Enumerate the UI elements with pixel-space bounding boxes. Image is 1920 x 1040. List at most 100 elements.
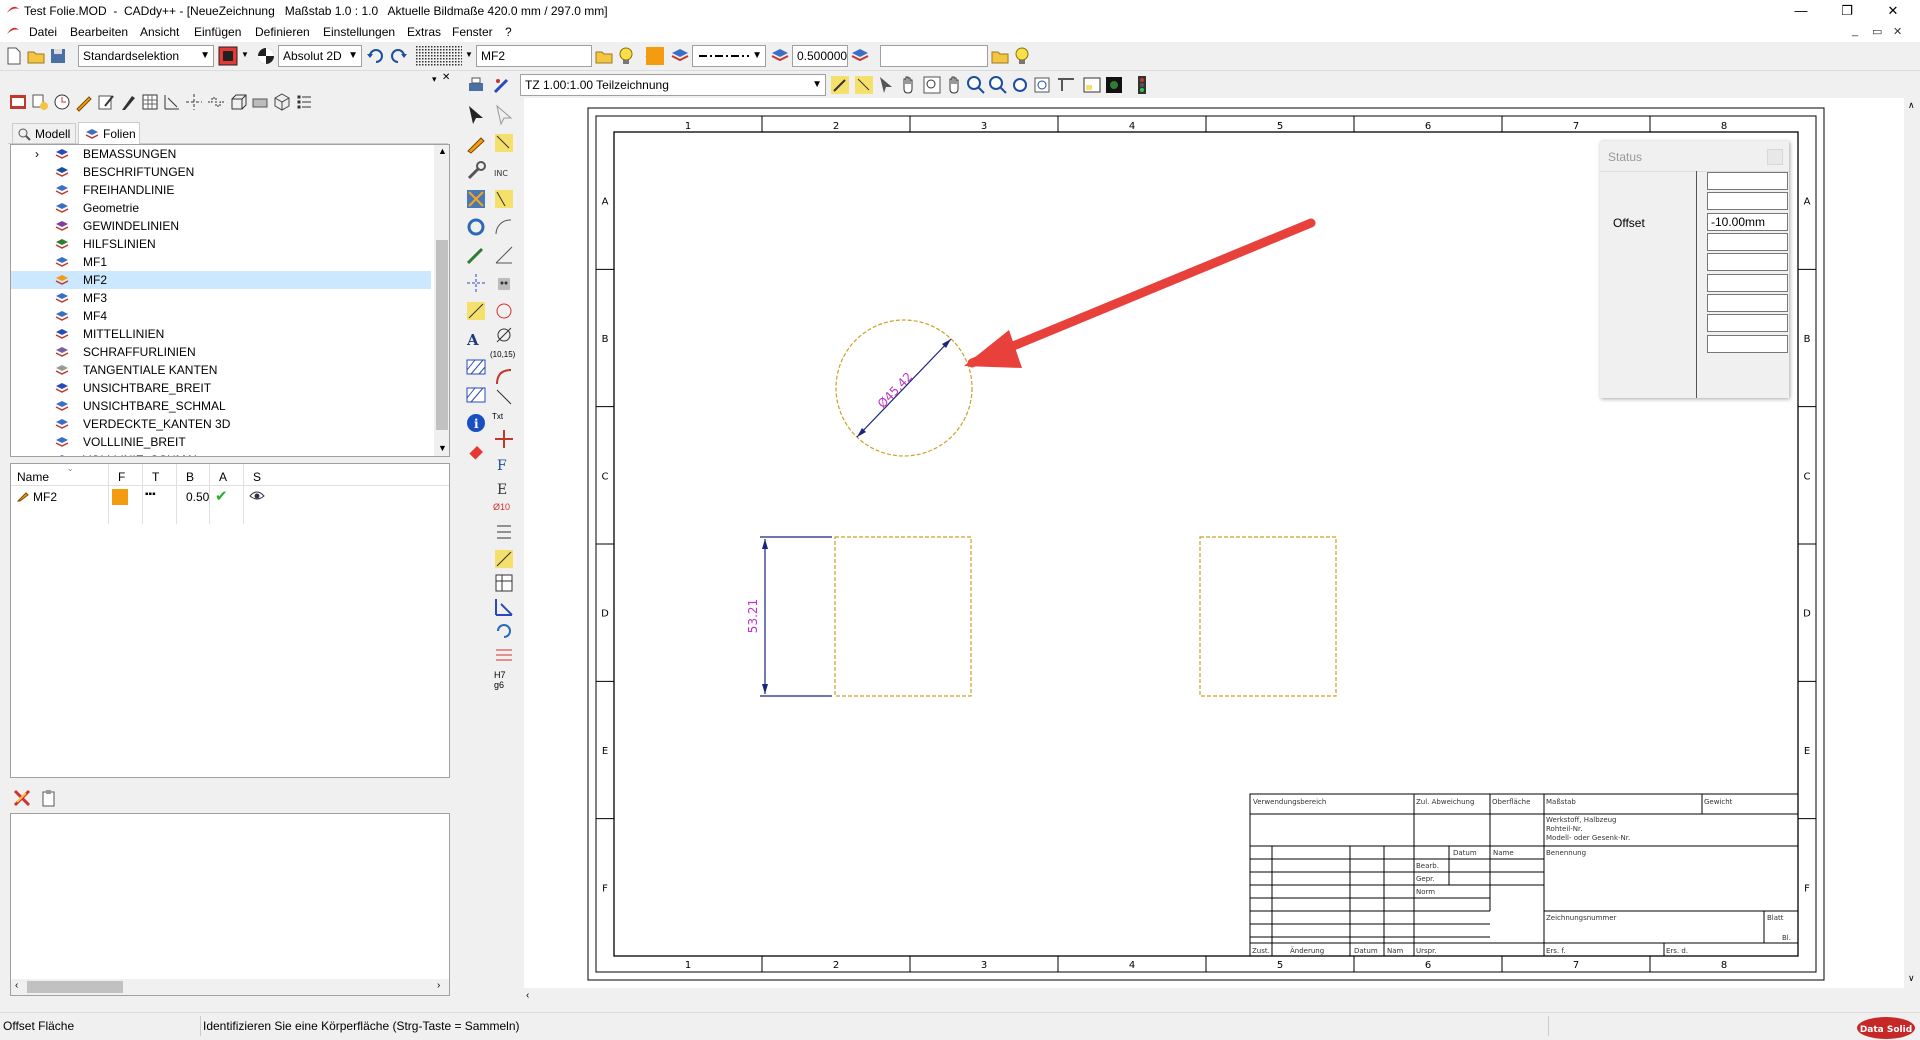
col-name[interactable]: Name [17,470,49,484]
layers-icon[interactable] [850,46,870,66]
menu-extras[interactable]: Extras [407,25,441,39]
minimize-button[interactable]: — [1778,0,1824,22]
layer-color-swatch[interactable] [646,47,664,65]
row-width[interactable]: 0.50 [186,490,209,504]
close-icon[interactable] [1767,149,1783,165]
hatch-icon[interactable] [140,92,160,112]
arc-icon[interactable] [493,216,515,238]
layer-item-schraffurlinien[interactable]: SCHRAFFURLINIEN [11,343,431,361]
col-s[interactable]: S [253,470,261,484]
zoom-out-icon[interactable] [988,75,1008,95]
snap-icon[interactable] [493,132,515,154]
menu-ansicht[interactable]: Ansicht [140,25,179,39]
horizontal-scrollbar[interactable]: ‹ › [11,979,449,995]
offset-value-input[interactable]: -10.00mm [1707,213,1788,231]
mdi-close-button[interactable]: ✕ [1893,25,1902,38]
chevron-down-icon[interactable]: ▼ [465,50,473,59]
col-b[interactable]: B [186,470,194,484]
lightbulb-icon[interactable] [616,46,636,66]
pan-icon[interactable] [898,75,918,95]
layer-item-mf4[interactable]: MF4 [11,307,431,325]
layer-item-freihandlinie[interactable]: FREIHANDLINIE [11,181,431,199]
new-layer-icon[interactable] [30,92,50,112]
diameter-tool-icon[interactable]: Ø10 [493,502,510,512]
dimension-chain-icon[interactable] [493,596,515,618]
hand-icon[interactable] [944,75,964,95]
status-cell[interactable] [1707,294,1788,312]
mdi-minimize-button[interactable]: _ [1852,25,1858,37]
row-color-swatch[interactable] [112,489,128,505]
status-cell[interactable] [1707,233,1788,251]
diameter-dimension-text[interactable]: Ø45.42 [875,370,916,411]
hatch-icon[interactable] [465,356,487,378]
rotate-icon[interactable] [493,620,515,642]
status-cell[interactable] [1707,172,1788,190]
pencil-icon[interactable] [74,92,94,112]
tab-modell[interactable]: Modell [12,123,76,143]
height-dimension-text[interactable]: 53.21 [746,599,760,633]
layer-item-mittellinien[interactable]: MITTELLINIEN [11,325,431,343]
scroll-up-icon[interactable]: ▲ [438,146,447,156]
mdi-restore-button[interactable]: ▭ [1872,25,1882,38]
cube-icon[interactable] [272,92,292,112]
print-icon[interactable] [466,75,486,95]
eraser-icon[interactable] [250,92,270,112]
scroll-left-icon[interactable]: ‹ [526,990,529,1001]
scroll-down-icon[interactable]: ▼ [438,443,447,453]
brush-icon[interactable] [118,92,138,112]
layer-item-gewindelinien[interactable]: GEWINDELINIEN [11,217,431,235]
tree-scrollbar[interactable]: ▲ ▼ [434,145,449,456]
col-f[interactable]: F [118,470,125,484]
list-tree-icon[interactable] [294,92,314,112]
selection-mode-select[interactable]: Standardselektion ▼ [78,45,214,67]
clipboard-icon[interactable] [38,788,58,808]
eraser-icon[interactable] [465,440,487,462]
tangent-icon[interactable] [493,386,515,408]
layer-manager-icon[interactable] [8,92,28,112]
zoom-previous-icon[interactable] [1032,75,1052,95]
menu-help[interactable]: ? [505,25,512,39]
layer-item-volllinie-schmal[interactable]: VOLLLINIE_SCHMAL [11,451,431,456]
scroll-left-icon[interactable]: ‹ [15,980,18,991]
chevron-down-icon[interactable]: ▼ [241,50,249,59]
menu-einstellungen[interactable]: Einstellungen [323,25,395,39]
linetype-select[interactable]: ▼ [692,45,766,67]
tab-folien[interactable]: Folien [78,122,140,144]
vertical-scrollbar[interactable]: ∧ ∨ [1904,98,1920,988]
edit-layer-icon[interactable] [96,92,116,112]
rotate-icon[interactable] [465,216,487,238]
status-cell[interactable] [1707,192,1788,210]
pin-icon[interactable]: ▾ [432,74,437,85]
fit-tolerance-icon[interactable]: H7 g6 [494,670,506,690]
zoom-window-icon[interactable] [922,75,942,95]
search-input[interactable] [880,45,988,67]
cursor-snap-icon[interactable] [493,188,515,210]
lightbulb-icon[interactable] [1012,46,1032,66]
layers-icon[interactable] [770,46,790,66]
box-3d-icon[interactable] [228,92,248,112]
layer-item-geometrie[interactable]: Geometrie [11,199,431,217]
layer-item-beschriftungen[interactable]: BESCHRIFTUNGEN [11,163,431,181]
delete-layer-icon[interactable] [12,788,32,808]
zoom-all-icon[interactable] [1010,75,1030,95]
hatch-icon[interactable] [465,384,487,406]
status-cell[interactable] [1707,314,1788,332]
text-icon[interactable]: A [465,328,487,350]
scroll-right-icon[interactable]: › [437,980,440,991]
measure-icon[interactable] [493,548,515,570]
redraw-icon[interactable] [1056,75,1076,95]
move-icon[interactable] [493,428,515,450]
undo-icon[interactable] [366,46,386,66]
menu-bearbeiten[interactable]: Bearbeiten [70,25,128,39]
scroll-down-icon[interactable]: ∨ [1908,973,1915,984]
properties-row[interactable]: MF2 ▪▪▪ 0.50 ✔ [11,488,449,506]
layer-item-unsichtbare-breit[interactable]: UNSICHTBARE_BREIT [11,379,431,397]
crosshair-icon[interactable] [465,272,487,294]
folder-icon[interactable] [990,46,1010,66]
restore-button[interactable]: ❐ [1824,0,1870,22]
pencil-icon[interactable] [830,75,850,95]
pen-settings-icon[interactable] [492,75,512,95]
scroll-up-icon[interactable]: ∧ [1908,100,1915,111]
new-file-icon[interactable] [4,46,24,66]
angle-icon[interactable] [493,244,515,266]
